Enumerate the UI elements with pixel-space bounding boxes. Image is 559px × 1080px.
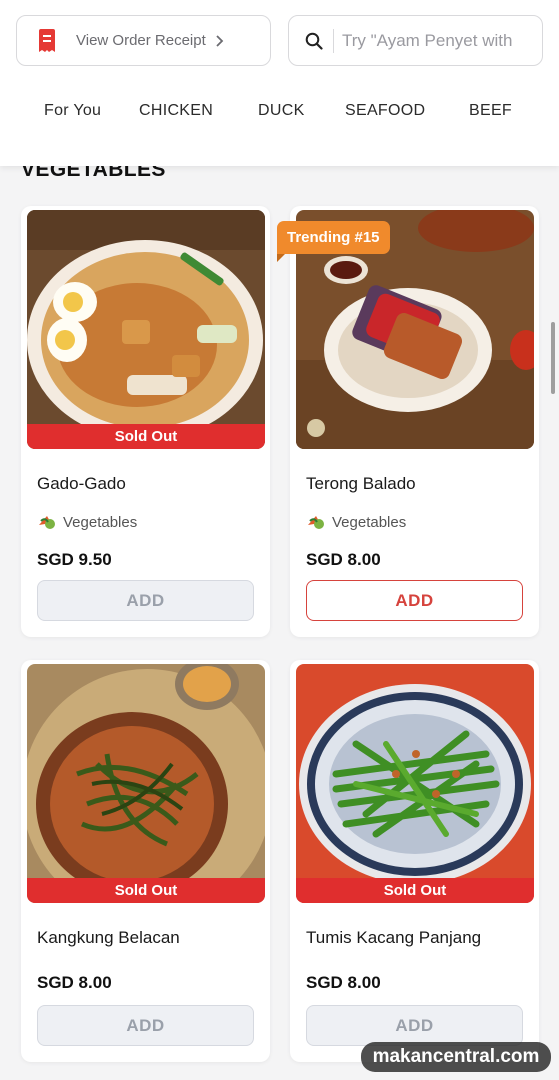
search-icon [305, 32, 323, 50]
receipt-label: View Order Receipt [76, 32, 206, 49]
add-button[interactable]: ADD [306, 580, 523, 621]
item-price: SGD 8.00 [306, 550, 381, 569]
vegetables-icon [39, 516, 55, 529]
receipt-icon [39, 28, 55, 52]
item-price: SGD 8.00 [306, 973, 381, 992]
product-card[interactable]: Sold Out Kangkung Belacan SGD 8.00 ADD [21, 660, 270, 1062]
sold-out-badge: Sold Out [296, 878, 534, 903]
item-name: Kangkung Belacan [37, 928, 180, 947]
category-tabs: For You CHICKEN DUCK SEAFOOD BEEF [0, 92, 559, 136]
item-category: Vegetables [306, 513, 406, 531]
item-name: Gado-Gado [37, 474, 126, 493]
search-input[interactable] [342, 30, 542, 51]
vegetables-icon [308, 516, 324, 529]
view-order-receipt-button[interactable]: View Order Receipt [16, 15, 271, 66]
food-photo: Sold Out [27, 664, 265, 903]
search-box[interactable] [288, 15, 543, 66]
tab-for-you[interactable]: For You [44, 102, 101, 120]
top-bar: View Order Receipt For You CHICKEN DUCK … [0, 0, 559, 166]
watermark: makancentral.com [361, 1042, 551, 1072]
sold-out-badge: Sold Out [27, 424, 265, 449]
product-card[interactable]: Sold Out Gado-Gado Vegetables SGD 9.50 A… [21, 206, 270, 637]
search-divider [333, 28, 334, 53]
item-category: Vegetables [37, 513, 137, 531]
trending-badge: Trending #15 [277, 221, 390, 262]
item-category-label: Vegetables [63, 513, 138, 531]
product-card[interactable]: Terong Balado Vegetables SGD 8.00 ADD [290, 206, 539, 637]
item-price: SGD 8.00 [37, 973, 112, 992]
sold-out-badge: Sold Out [27, 878, 265, 903]
scrollbar[interactable] [551, 322, 555, 394]
item-price: SGD 9.50 [37, 550, 112, 569]
item-name: Tumis Kacang Panjang [306, 928, 482, 947]
add-button[interactable]: ADD [37, 580, 254, 621]
add-button[interactable]: ADD [306, 1005, 523, 1046]
tab-duck[interactable]: DUCK [258, 102, 305, 120]
item-name: Terong Balado [306, 474, 416, 493]
tab-seafood[interactable]: SEAFOOD [345, 102, 425, 120]
tab-chicken[interactable]: CHICKEN [139, 102, 213, 120]
food-photo: Sold Out [27, 210, 265, 449]
tab-beef[interactable]: BEEF [469, 102, 512, 120]
food-photo: Sold Out [296, 664, 534, 903]
chevron-right-icon [216, 34, 224, 47]
add-button[interactable]: ADD [37, 1005, 254, 1046]
item-category-label: Vegetables [332, 513, 407, 531]
product-card[interactable]: Sold Out Tumis Kacang Panjang SGD 8.00 A… [290, 660, 539, 1062]
